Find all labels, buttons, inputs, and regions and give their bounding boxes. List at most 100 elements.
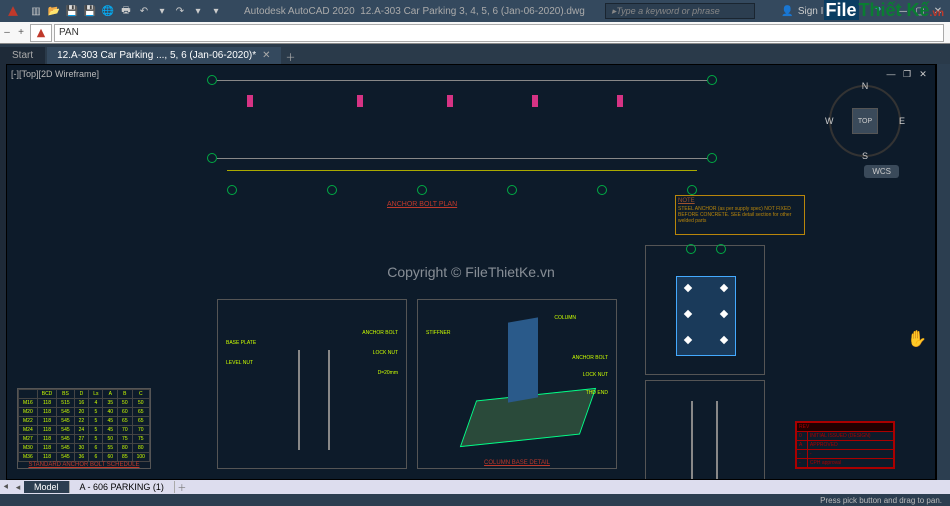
redo-drop-icon[interactable]: ▾ <box>190 3 206 19</box>
plot-icon[interactable]: 🖶 <box>118 3 134 19</box>
anchor-marker <box>617 95 623 107</box>
schedule-title: STANDARD ANCHOR BOLT SCHEDULE <box>18 462 150 468</box>
anchor-marker <box>532 95 538 107</box>
anchor-marker <box>247 95 253 107</box>
save-icon[interactable]: 💾 <box>64 3 80 19</box>
label: ANCHOR BOLT <box>362 330 398 336</box>
base-plate <box>676 276 736 356</box>
saveas-icon[interactable]: 💾 <box>82 3 98 19</box>
status-hint: Press pick button and drag to pan. <box>820 496 942 505</box>
table-row: M24118545245457070 <box>19 426 150 435</box>
anchor-bolt-plan <box>207 75 727 195</box>
doc-minimize-icon[interactable]: — <box>885 69 897 79</box>
watermark-text: Copyright © FileThietKe.vn <box>387 264 555 280</box>
bolt-hole-icon <box>684 310 692 318</box>
table-row: M22118545225456565 <box>19 417 150 426</box>
viewcube-w[interactable]: W <box>825 116 834 126</box>
grid-bubble <box>227 185 237 195</box>
grid-bubble <box>716 244 726 254</box>
command-row: – + PAN <box>0 22 950 44</box>
grid-line <box>217 158 707 159</box>
model-tab[interactable]: Model <box>24 481 70 493</box>
label: STIFFNER <box>426 330 450 336</box>
grid-bubble <box>207 75 217 85</box>
bolt-hole-icon <box>684 284 692 292</box>
grid-bubble <box>707 75 717 85</box>
bolt-hole-icon <box>720 336 728 344</box>
grid-bubble <box>417 185 427 195</box>
bolt-section-box: BASE PLATE LEVEL NUT ANCHOR BOLT LOCK NU… <box>217 299 407 469</box>
file-tab-bar: Start 12.A-303 Car Parking ..., 5, 6 (Ja… <box>0 44 950 64</box>
help-search-input[interactable]: ▸ Type a keyword or phrase <box>605 3 755 19</box>
rev-row: -- <box>797 450 894 459</box>
label: THD END <box>586 390 608 396</box>
grid-bubble <box>707 153 717 163</box>
drawing-canvas[interactable]: [-][Top][2D Wireframe] — ❐ ✕ N S E W TOP… <box>6 64 936 480</box>
site-logo: FileThiết Kế.vn <box>824 0 944 21</box>
anchor-marker <box>447 95 453 107</box>
open-icon[interactable]: 📂 <box>46 3 62 19</box>
app-logo-icon <box>4 2 22 20</box>
viewport-controls[interactable]: [-][Top][2D Wireframe] <box>11 69 99 79</box>
close-tab-icon[interactable]: ✕ <box>262 50 270 61</box>
viewcube-top[interactable]: TOP <box>852 108 878 134</box>
plan-title: ANCHOR BOLT PLAN <box>387 201 457 208</box>
doc-close-icon[interactable]: ✕ <box>917 69 929 79</box>
base-plate-detail <box>645 245 765 375</box>
table-header: A <box>103 390 118 399</box>
redo-icon[interactable]: ↷ <box>172 3 188 19</box>
table-row: M30118545306558080 <box>19 444 150 453</box>
start-tab[interactable]: Start <box>0 47 45 64</box>
iso-title: COLUMN BASE DETAIL <box>418 460 616 466</box>
command-input[interactable]: PAN <box>54 24 944 42</box>
table-header: BS <box>57 390 74 399</box>
column-base-iso: COLUMN ANCHOR BOLT LOCK NUT STIFFNER THD… <box>417 299 617 469</box>
label: D=20mm <box>378 370 398 376</box>
ribbon-collapse-icon[interactable]: – <box>0 27 14 38</box>
add-layout-icon[interactable]: ＋ <box>175 481 189 494</box>
label: LEVEL NUT <box>226 360 253 366</box>
doc-restore-icon[interactable]: ❐ <box>901 69 913 79</box>
viewcube-e[interactable]: E <box>899 116 905 126</box>
pan-cursor-icon: ✋ <box>907 329 927 349</box>
bolt-line <box>716 401 718 480</box>
document-window-controls: — ❐ ✕ <box>885 69 929 79</box>
label: LOCK NUT <box>373 350 398 356</box>
bolt-hole-icon <box>684 336 692 344</box>
iso-column <box>508 317 538 402</box>
layout-tab[interactable]: A - 606 PARKING (1) <box>70 481 175 493</box>
view-cube[interactable]: N S E W TOP <box>825 81 905 161</box>
label: ANCHOR BOLT <box>572 355 608 361</box>
undo-drop-icon[interactable]: ▾ <box>154 3 170 19</box>
add-tab-button[interactable]: ＋ <box>281 49 301 64</box>
table-header: D <box>74 390 89 399</box>
undo-icon[interactable]: ↶ <box>136 3 152 19</box>
label: LOCK NUT <box>583 372 608 378</box>
title-bar: ▥ 📂 💾 💾 🌐 🖶 ↶ ▾ ↷ ▾ ▾ Autodesk AutoCAD 2… <box>0 0 950 22</box>
wcs-badge[interactable]: WCS <box>864 165 899 178</box>
table-row: M361185453666085100 <box>19 453 150 462</box>
bolt-line <box>328 350 330 450</box>
anchor-bolt-schedule: BCDBSDLsABCM16118515164355050M2011854520… <box>17 388 151 469</box>
rev-row: -CPH approval <box>797 459 894 468</box>
layout-tab-bar: ⯇ ◂ Model A - 606 PARKING (1) ＋ <box>0 480 950 494</box>
grid-bubble <box>597 185 607 195</box>
user-icon: 👤 <box>781 6 793 17</box>
new-icon[interactable]: ▥ <box>28 3 44 19</box>
qat-more-icon[interactable]: ▾ <box>208 3 224 19</box>
viewcube-s[interactable]: S <box>862 151 868 161</box>
drawing-tab[interactable]: 12.A-303 Car Parking ..., 5, 6 (Jan-06-2… <box>47 47 280 64</box>
dimension-line <box>227 170 697 171</box>
rev-row: AAPPROVED <box>797 441 894 450</box>
ribbon-expand-icon[interactable]: + <box>14 27 28 38</box>
grid-bubble <box>687 185 697 195</box>
web-icon[interactable]: 🌐 <box>100 3 116 19</box>
table-header <box>19 390 38 399</box>
sheet-prev-icon[interactable]: ◂ <box>12 482 24 493</box>
viewcube-n[interactable]: N <box>862 81 869 91</box>
sheet-first-icon[interactable]: ⯇ <box>0 482 12 493</box>
vertical-scrollbar[interactable] <box>936 64 950 480</box>
command-logo-icon <box>30 24 52 42</box>
table-header: BCD <box>37 390 57 399</box>
revision-table: REV0INITIAL ISSUED (DESIGN)AAPPROVED---C… <box>795 421 895 469</box>
